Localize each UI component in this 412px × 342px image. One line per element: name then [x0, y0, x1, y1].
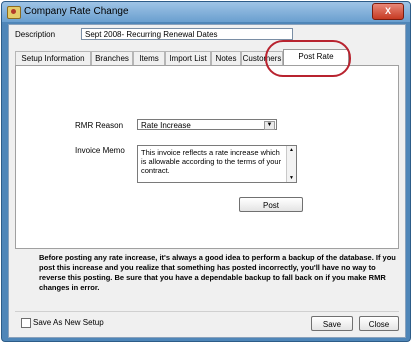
scroll-down-icon[interactable]: ▼	[287, 174, 296, 182]
window-close-button[interactable]: X	[372, 3, 404, 20]
footer-divider	[15, 311, 399, 312]
chevron-down-icon[interactable]: ▼	[264, 121, 275, 130]
company-rate-change-window: Company Rate Change X Description Sept 2…	[1, 1, 411, 342]
save-as-new-checkbox[interactable]	[21, 318, 31, 328]
highlight-oval	[265, 40, 351, 77]
rmr-reason-select[interactable]: Rate Increase ▼	[137, 119, 277, 130]
rmr-reason-value: Rate Increase	[141, 121, 191, 130]
title-bar[interactable]: Company Rate Change X	[2, 2, 410, 22]
window-title: Company Rate Change	[24, 6, 129, 17]
dialog-body: Description Sept 2008- Recurring Renewal…	[8, 24, 406, 338]
tab-branches[interactable]: Branches	[91, 51, 133, 65]
app-icon	[7, 6, 21, 19]
rmr-reason-label: RMR Reason	[75, 121, 124, 130]
invoice-memo-text: This invoice reflects a rate increase wh…	[141, 148, 282, 175]
post-button[interactable]: Post	[239, 197, 303, 212]
invoice-memo-textarea[interactable]: This invoice reflects a rate increase wh…	[137, 145, 297, 183]
description-field[interactable]: Sept 2008- Recurring Renewal Dates	[81, 28, 293, 40]
description-label: Description	[15, 30, 56, 39]
memo-scrollbar[interactable]: ▲ ▼	[286, 146, 296, 182]
save-button[interactable]: Save	[311, 316, 353, 331]
invoice-memo-label: Invoice Memo	[75, 146, 125, 155]
save-as-new-label: Save As New Setup	[33, 318, 104, 327]
tab-import-list[interactable]: Import List	[165, 51, 211, 65]
tab-setup-information[interactable]: Setup Information	[15, 51, 91, 65]
scroll-up-icon[interactable]: ▲	[287, 146, 296, 154]
tab-items[interactable]: Items	[133, 51, 165, 65]
backup-warning-note: Before posting any rate increase, it's a…	[39, 253, 396, 292]
close-button[interactable]: Close	[359, 316, 399, 331]
tab-notes[interactable]: Notes	[211, 51, 241, 65]
